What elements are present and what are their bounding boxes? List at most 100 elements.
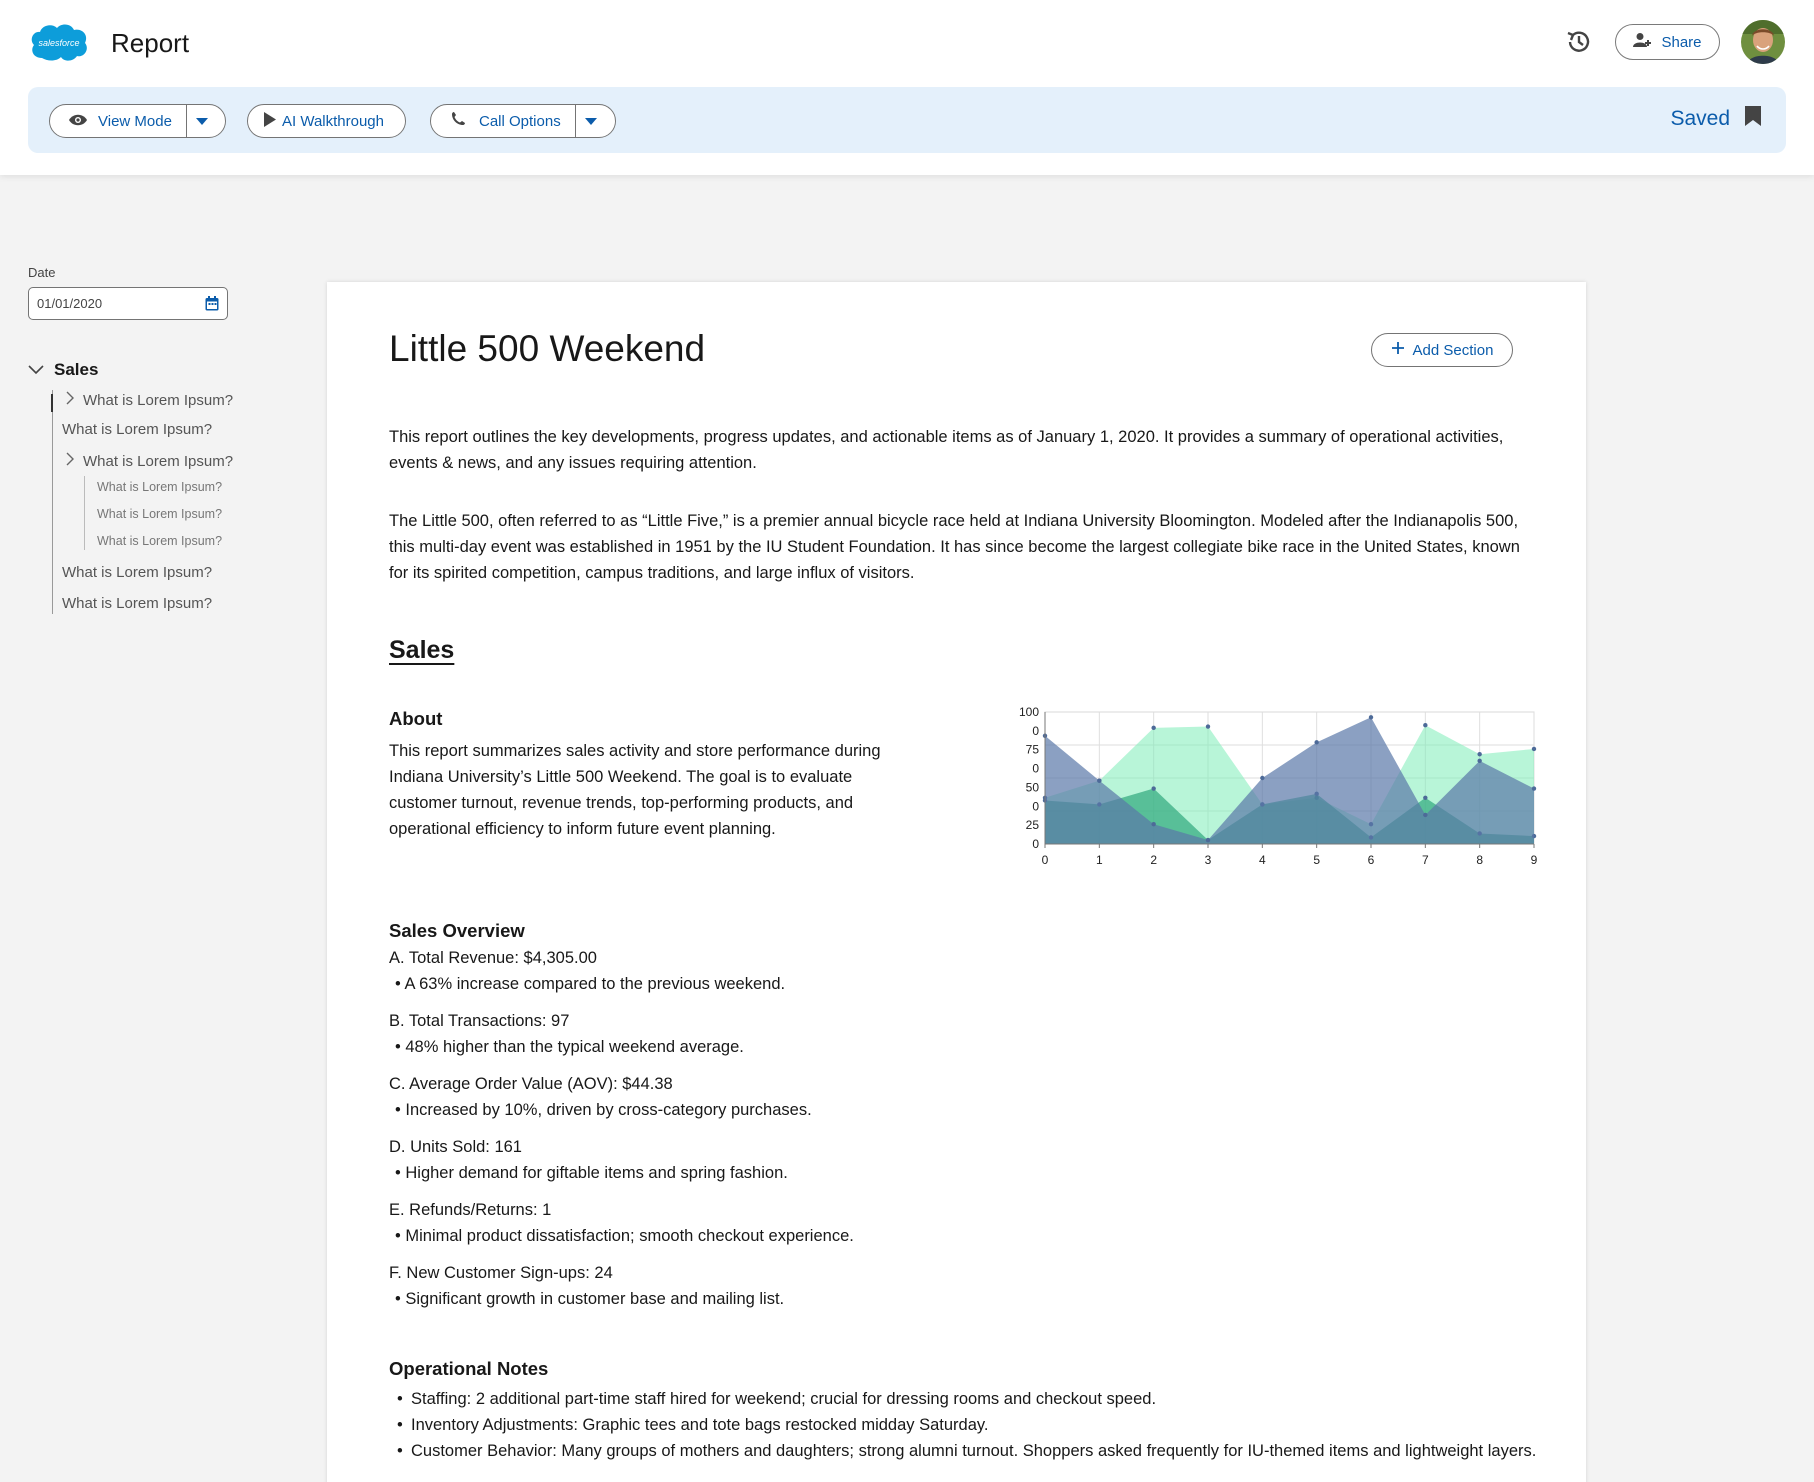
plus-icon <box>1391 341 1405 359</box>
y-tick-label: 0 <box>1032 799 1039 813</box>
y-tick-label: 50 <box>1026 780 1040 794</box>
nav-active-marker <box>51 394 53 412</box>
add-section-label: Add Section <box>1412 341 1494 359</box>
data-point <box>1531 746 1537 752</box>
overview-note: • Higher demand for giftable items and s… <box>395 1164 788 1182</box>
x-tick-label: 9 <box>1531 853 1538 867</box>
data-point <box>1151 786 1156 791</box>
sidebar-item-sales[interactable]: Sales <box>28 360 98 380</box>
report-toolbar: View Mode AI Walkthrough Call Options Sa… <box>28 87 1786 153</box>
saved-status[interactable]: Saved <box>1670 105 1762 133</box>
x-tick-label: 3 <box>1205 853 1212 867</box>
svg-text:salesforce: salesforce <box>38 38 79 48</box>
play-icon <box>264 111 276 131</box>
calendar-icon[interactable] <box>205 296 219 314</box>
data-point <box>1151 725 1156 731</box>
overview-note-text: Minimal product dissatisfaction; smooth … <box>405 1227 854 1245</box>
y-tick-label: 0 <box>1032 837 1039 851</box>
view-mode-button[interactable]: View Mode <box>50 105 186 137</box>
date-field[interactable]: 01/01/2020 <box>28 287 228 320</box>
overview-note-text: Significant growth in customer base and … <box>405 1290 785 1308</box>
call-options-group: Call Options <box>430 104 616 138</box>
x-tick-label: 2 <box>1150 853 1157 867</box>
sidebar-subitem[interactable]: What is Lorem Ipsum? <box>97 480 222 494</box>
data-point <box>1314 740 1319 745</box>
overview-note: • Minimal product dissatisfaction; smoot… <box>395 1227 854 1245</box>
operational-notes-heading: Operational Notes <box>389 1358 549 1379</box>
x-tick-label: 5 <box>1313 853 1320 867</box>
add-section-button[interactable]: Add Section <box>1371 333 1513 367</box>
sidebar-subitem[interactable]: What is Lorem Ipsum? <box>97 507 222 521</box>
sidebar-item[interactable]: What is Lorem Ipsum? <box>62 564 212 581</box>
sidebar-item-label: What is Lorem Ipsum? <box>62 421 213 438</box>
sidebar-item[interactable]: What is Lorem Ipsum? <box>62 595 212 612</box>
x-tick-label: 0 <box>1042 853 1049 867</box>
sidebar-item-label: What is Lorem Ipsum? <box>62 564 213 581</box>
data-point <box>1423 795 1428 800</box>
share-button[interactable]: Share <box>1615 24 1720 60</box>
call-options-label: Call Options <box>479 112 561 130</box>
avatar[interactable] <box>1741 20 1785 64</box>
view-mode-dropdown[interactable] <box>185 105 218 137</box>
phone-icon <box>451 112 465 130</box>
call-options-button[interactable]: Call Options <box>431 105 575 137</box>
app-title: Report <box>111 28 190 58</box>
section-heading: Sales <box>389 636 455 664</box>
sidebar-item-label: What is Lorem Ipsum? <box>62 595 213 612</box>
overview-note-text: Increased by 10%, driven by cross-catego… <box>405 1101 812 1119</box>
x-tick-label: 8 <box>1476 853 1483 867</box>
ai-walkthrough-content: AI Walkthrough <box>248 105 398 137</box>
data-point <box>1151 822 1156 827</box>
sidebar-item-label: What is Lorem Ipsum? <box>83 452 234 470</box>
x-tick-label: 4 <box>1259 853 1266 867</box>
view-mode-label: View Mode <box>98 112 172 130</box>
date-value: 01/01/2020 <box>37 296 103 311</box>
add-user-icon <box>1633 32 1653 52</box>
sidebar-subitem[interactable]: What is Lorem Ipsum? <box>97 534 222 548</box>
sidebar-item-label: What is Lorem Ipsum? <box>83 391 234 409</box>
about-text: This report summarizes sales activity an… <box>389 742 881 838</box>
salesforce-logo[interactable]: salesforce <box>28 20 90 64</box>
data-point <box>1260 775 1265 781</box>
background-paragraph: The Little 500, often referred to as “Li… <box>389 512 1520 582</box>
history-icon[interactable] <box>1564 27 1594 57</box>
x-tick-label: 6 <box>1368 853 1375 867</box>
eye-icon <box>68 113 88 130</box>
report-document: Little 500 Weekend Add Section This repo… <box>327 282 1586 1482</box>
bookmark-icon <box>1744 105 1762 133</box>
nav-subtree-line <box>84 476 85 550</box>
nav-tree-line <box>52 390 53 614</box>
y-tick-label: 75 <box>1026 743 1040 757</box>
chevron-right-icon <box>66 391 75 409</box>
page-title: Little 500 Weekend <box>389 328 706 369</box>
call-options-dropdown[interactable] <box>574 105 607 137</box>
overview-item: B. Total Transactions: 97 <box>389 1012 570 1030</box>
overview-note-text: A 63% increase compared to the previous … <box>404 975 786 993</box>
overview-item: A. Total Revenue: $4,305.00 <box>389 949 597 967</box>
sidebar-item[interactable]: What is Lorem Ipsum? <box>66 452 233 470</box>
x-tick-label: 7 <box>1422 853 1429 867</box>
data-point <box>1097 778 1102 783</box>
overview-item: D. Units Sold: 161 <box>389 1138 522 1156</box>
overview-note: • A 63% increase compared to the previou… <box>395 975 786 993</box>
x-tick-label: 1 <box>1096 853 1103 867</box>
overview-item: F. New Customer Sign-ups: 24 <box>389 1264 613 1282</box>
about-heading: About <box>389 708 443 729</box>
y-tick-label: 100 <box>1019 705 1039 719</box>
sidebar-item[interactable]: What is Lorem Ipsum? <box>66 391 233 409</box>
sales-overview-heading: Sales Overview <box>389 920 525 941</box>
sidebar-item[interactable]: What is Lorem Ipsum? <box>62 421 212 438</box>
list-item: Inventory Adjustments: Graphic tees and … <box>397 1412 1537 1438</box>
ai-walkthrough-button[interactable]: AI Walkthrough <box>247 104 406 138</box>
chevron-down-icon <box>28 360 44 380</box>
saved-label: Saved <box>1670 107 1730 130</box>
overview-note: • Increased by 10%, driven by cross-cate… <box>395 1101 812 1119</box>
share-label: Share <box>1661 33 1702 51</box>
data-point <box>1531 786 1537 791</box>
data-point <box>1477 752 1482 757</box>
y-tick-label: 0 <box>1032 724 1039 738</box>
data-point <box>1423 723 1428 728</box>
data-point <box>1205 724 1211 729</box>
sidebar-root-label: Sales <box>54 360 99 379</box>
overview-note: • Significant growth in customer base an… <box>395 1290 785 1308</box>
